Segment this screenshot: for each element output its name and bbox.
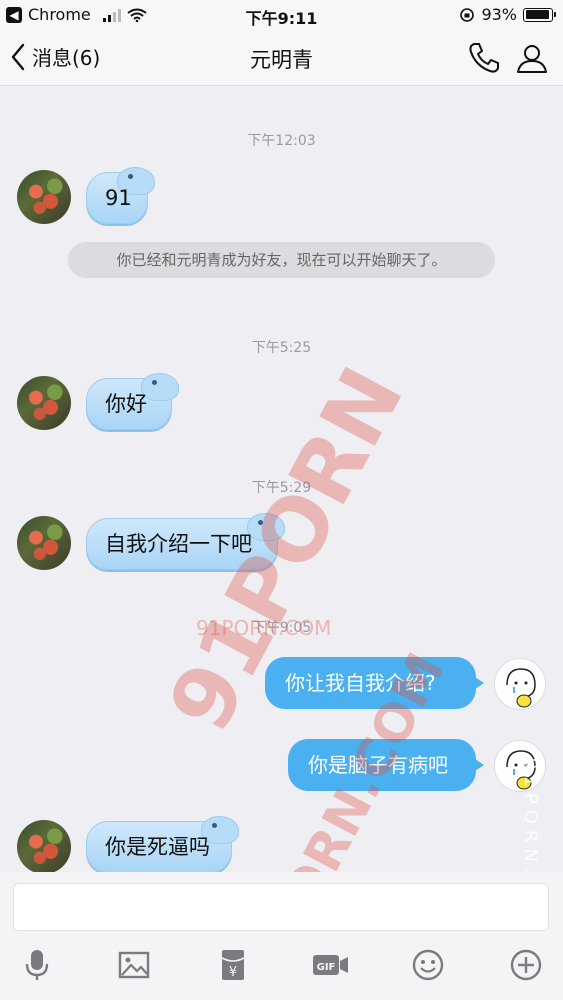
timestamp: 下午12:03 xyxy=(247,133,316,149)
svg-text:GIF: GIF xyxy=(317,962,336,973)
phone-call-button[interactable] xyxy=(466,40,502,76)
plus-icon xyxy=(510,949,542,981)
phone-icon xyxy=(469,43,499,73)
my-avatar[interactable] xyxy=(494,740,546,792)
voice-button[interactable] xyxy=(20,948,54,982)
incoming-message[interactable]: 你是死逼吗 xyxy=(86,816,239,873)
orientation-lock-icon xyxy=(460,7,475,22)
my-avatar[interactable] xyxy=(494,658,546,710)
timestamp: 下午5:25 xyxy=(251,340,312,356)
battery-icon xyxy=(523,7,556,22)
gif-button[interactable]: GIF xyxy=(312,948,350,982)
incoming-message[interactable]: 你好 xyxy=(86,373,179,430)
system-notice: 你已经和元明青成为好友，现在可以开始聊天了。 xyxy=(68,242,495,278)
message-input[interactable] xyxy=(13,883,549,931)
chevron-left-icon xyxy=(11,43,25,70)
svg-text:¥: ¥ xyxy=(229,965,237,980)
incoming-message[interactable]: 91 xyxy=(86,167,155,224)
red-packet-button[interactable]: ¥ xyxy=(216,948,250,982)
microphone-icon xyxy=(25,950,49,980)
outgoing-message[interactable]: 你是脑子有病吧 xyxy=(288,739,484,791)
timestamp: 下午5:29 xyxy=(251,480,312,496)
contact-avatar[interactable] xyxy=(17,516,71,570)
emoji-icon xyxy=(412,949,444,981)
profile-button[interactable] xyxy=(514,40,550,76)
contact-avatar[interactable] xyxy=(17,820,71,874)
back-button[interactable]: 消息(6) xyxy=(10,42,100,71)
battery-percent: 93% xyxy=(481,5,517,24)
outgoing-message[interactable]: 你让我自我介绍? xyxy=(265,657,484,709)
red-packet-icon: ¥ xyxy=(221,950,245,980)
emoji-button[interactable] xyxy=(411,948,445,982)
incoming-message[interactable]: 自我介绍一下吧 xyxy=(86,513,285,570)
photo-button[interactable] xyxy=(117,948,151,982)
bubble-decoration xyxy=(247,513,285,541)
contact-avatar[interactable] xyxy=(17,170,71,224)
nav-bar: 消息(6) 元明青 xyxy=(0,30,563,86)
input-area: ¥ GIF xyxy=(0,872,563,1000)
status-bar: ◀ Chrome 下午9:11 93% xyxy=(0,0,563,30)
timestamp: 下午9:05 xyxy=(251,620,312,636)
back-label: 消息(6) xyxy=(32,46,101,70)
more-button[interactable] xyxy=(509,948,543,982)
cartoon-avatar-icon xyxy=(506,750,536,790)
person-icon xyxy=(517,45,547,73)
gif-icon: GIF xyxy=(313,955,348,975)
contact-avatar[interactable] xyxy=(17,376,71,430)
image-icon xyxy=(118,951,150,979)
cartoon-avatar-icon xyxy=(506,668,536,708)
